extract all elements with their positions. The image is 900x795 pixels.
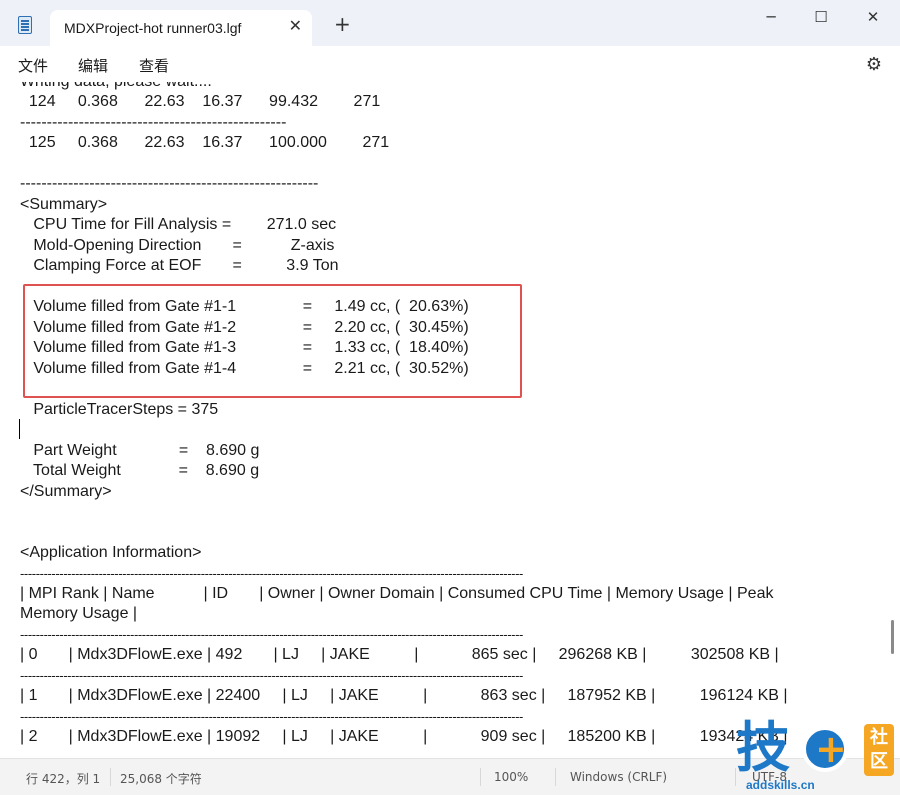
text-line: 125 0.368 22.63 16.37 100.000 271 (20, 134, 390, 151)
annotation-highlight-box (23, 284, 522, 398)
menu-edit[interactable]: 编辑 (78, 55, 108, 76)
text-line: ----------------------------------------… (20, 627, 523, 642)
title-bar: MDXProject-hot runner03.lgf ✕ + ─ ☐ ✕ (0, 0, 900, 46)
text-line: <Summary> (20, 196, 108, 213)
text-line: | 0 | Mdx3DFlowE.exe | 492 | LJ | JAKE |… (20, 646, 779, 663)
text-line: <Application Information> (20, 544, 202, 561)
tab-close-icon[interactable]: ✕ (289, 16, 302, 35)
new-tab-icon[interactable]: + (334, 14, 351, 34)
close-window-button[interactable]: ✕ (858, 8, 888, 28)
status-divider (480, 768, 481, 786)
watermark-char: 技 (736, 716, 790, 779)
notepad-icon (18, 16, 32, 34)
status-divider (110, 768, 111, 786)
menu-view[interactable]: 查看 (139, 55, 169, 76)
maximize-button[interactable]: ☐ (806, 8, 836, 28)
text-line: Part Weight = 8.690 g (20, 442, 260, 459)
text-line: | 1 | Mdx3DFlowE.exe | 22400 | LJ | JAKE… (20, 687, 788, 704)
settings-gear-icon[interactable]: ⚙ (866, 54, 882, 75)
status-divider (555, 768, 556, 786)
tab-title: MDXProject-hot runner03.lgf (64, 20, 242, 36)
text-line: CPU Time for Fill Analysis = 271.0 sec (20, 216, 337, 233)
text-line: | MPI Rank | Name | ID | Owner | Owner D… (20, 585, 774, 602)
text-line: Clamping Force at EOF = 3.9 Ton (20, 257, 339, 274)
text-line: ----------------------------------------… (20, 175, 319, 192)
text-line: | 2 | Mdx3DFlowE.exe | 19092 | LJ | JAKE… (20, 728, 788, 745)
text-line: Writing data, please wait.... (20, 82, 212, 92)
scrollbar-thumb[interactable] (891, 620, 894, 654)
text-cursor (19, 419, 20, 439)
text-line: ----------------------------------------… (20, 668, 523, 683)
text-line: ----------------------------------------… (20, 566, 523, 581)
menu-file[interactable]: 文件 (18, 55, 48, 76)
text-editor[interactable]: Writing data, please wait.... 124 0.368 … (0, 82, 884, 758)
menu-bar: 文件 编辑 查看 ⚙ (0, 46, 900, 82)
text-line: </Summary> (20, 483, 112, 500)
zoom-level[interactable]: 100% (494, 770, 528, 784)
text-line: Total Weight = 8.690 g (20, 462, 260, 479)
vertical-scrollbar[interactable] (884, 82, 900, 758)
text-line: 124 0.368 22.63 16.37 99.432 271 (20, 93, 381, 110)
line-ending[interactable]: Windows (CRLF) (570, 770, 667, 784)
text-line: ----------------------------------------… (20, 709, 523, 724)
minimize-button[interactable]: ─ (756, 8, 786, 28)
document-tab[interactable]: MDXProject-hot runner03.lgf ✕ (50, 10, 312, 46)
text-line: Memory Usage | (20, 605, 138, 622)
text-line: ----------------------------------------… (20, 114, 287, 131)
cursor-position: 行 422，列 1 (26, 772, 101, 786)
watermark-url: addskills.cn (746, 778, 815, 792)
watermark-badge-text: 社区 (870, 727, 888, 772)
addskills-watermark-logo: 技 + 社区 addskills.cn (736, 718, 896, 794)
text-line: ParticleTracerSteps = 375 (20, 401, 219, 418)
watermark-plus-icon: + (815, 727, 847, 771)
text-line: Mold-Opening Direction = Z-axis (20, 237, 335, 254)
character-count: 25,068 个字符 (120, 772, 202, 786)
